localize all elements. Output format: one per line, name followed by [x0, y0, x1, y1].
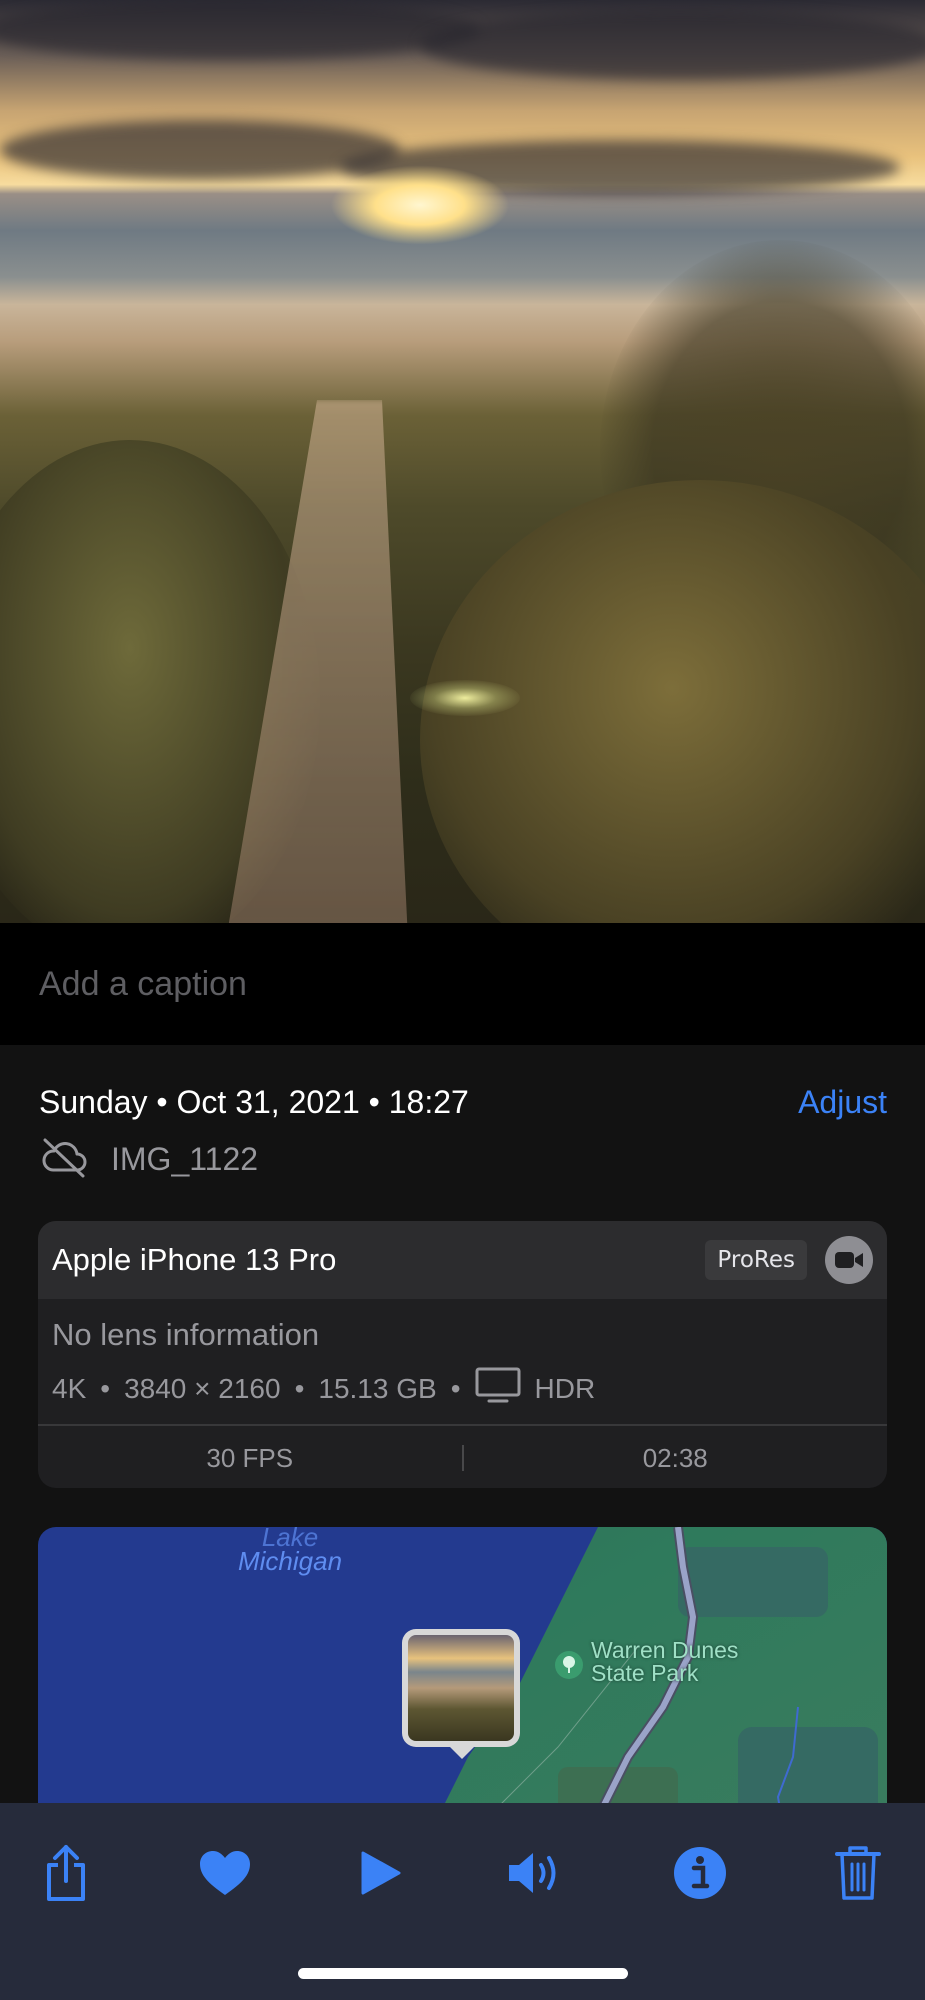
location-map[interactable]: Lake Michigan Warren Dunes State Park	[38, 1527, 887, 1827]
caption-input[interactable]: Add a caption	[39, 965, 247, 1004]
lake-label-partial: Lake	[261, 1527, 319, 1552]
lake-label: Lake Michigan	[238, 1527, 343, 1576]
video-specs: 4K • 3840 × 2160 • 15.13 GB • HDR	[52, 1366, 595, 1411]
metadata-card: Apple iPhone 13 Pro ProRes No lens infor…	[38, 1221, 887, 1488]
frame-rate: 30 FPS	[206, 1442, 294, 1473]
caption-bar[interactable]: Add a caption	[0, 923, 925, 1045]
resolution-label: 4K	[52, 1372, 87, 1404]
photo-viewer[interactable]	[0, 0, 925, 923]
pin-tail	[446, 1743, 478, 1759]
filename: IMG_1122	[111, 1140, 259, 1177]
separator-dot: •	[294, 1372, 305, 1404]
lens-info: No lens information	[52, 1317, 320, 1352]
park-tree-icon	[555, 1651, 583, 1679]
file-size: 15.13 GB	[318, 1372, 437, 1404]
home-indicator[interactable]	[298, 1968, 628, 1979]
favorite-button[interactable]	[185, 1835, 265, 1915]
park-label-line1: Warren Dunes	[591, 1637, 739, 1663]
cloud-shape	[0, 120, 400, 180]
display-icon	[475, 1366, 521, 1411]
speaker-icon	[505, 1849, 567, 1902]
video-camera-icon	[825, 1236, 873, 1284]
cloud-shape	[420, 10, 925, 80]
photo-location-pin[interactable]	[402, 1629, 520, 1747]
info-button[interactable]	[660, 1835, 740, 1915]
sun-glow	[330, 165, 510, 245]
separator-dot: •	[100, 1372, 111, 1404]
share-icon	[41, 1843, 91, 1908]
dimensions: 3840 × 2160	[124, 1372, 281, 1404]
play-icon	[359, 1851, 401, 1900]
metadata-header: Apple iPhone 13 Pro ProRes	[38, 1221, 887, 1299]
play-button[interactable]	[340, 1835, 420, 1915]
codec-badge: ProRes	[705, 1240, 807, 1280]
separator-dot: •	[450, 1372, 461, 1404]
video-stats-row: 30 FPS 02:38	[38, 1424, 887, 1488]
heart-icon	[198, 1849, 252, 1902]
duration: 02:38	[642, 1442, 708, 1473]
delete-button[interactable]	[818, 1835, 898, 1915]
pin-thumbnail	[408, 1635, 514, 1741]
filename-row: IMG_1122	[39, 1138, 258, 1180]
mute-button[interactable]	[496, 1835, 576, 1915]
icloud-off-icon	[39, 1136, 89, 1183]
lens-flare	[410, 680, 520, 716]
park-label-line2: State Park	[591, 1660, 699, 1686]
hdr-label: HDR	[534, 1372, 596, 1404]
trash-icon	[834, 1844, 882, 1907]
info-icon	[673, 1846, 727, 1905]
cloud-shape	[0, 0, 480, 60]
share-button[interactable]	[26, 1835, 106, 1915]
capture-datetime: Sunday • Oct 31, 2021 • 18:27	[39, 1084, 469, 1120]
adjust-button[interactable]: Adjust	[798, 1084, 887, 1121]
device-name: Apple iPhone 13 Pro	[52, 1242, 337, 1277]
park-label[interactable]: Warren Dunes State Park	[591, 1639, 738, 1685]
lake-label-main: Michigan	[238, 1546, 343, 1576]
